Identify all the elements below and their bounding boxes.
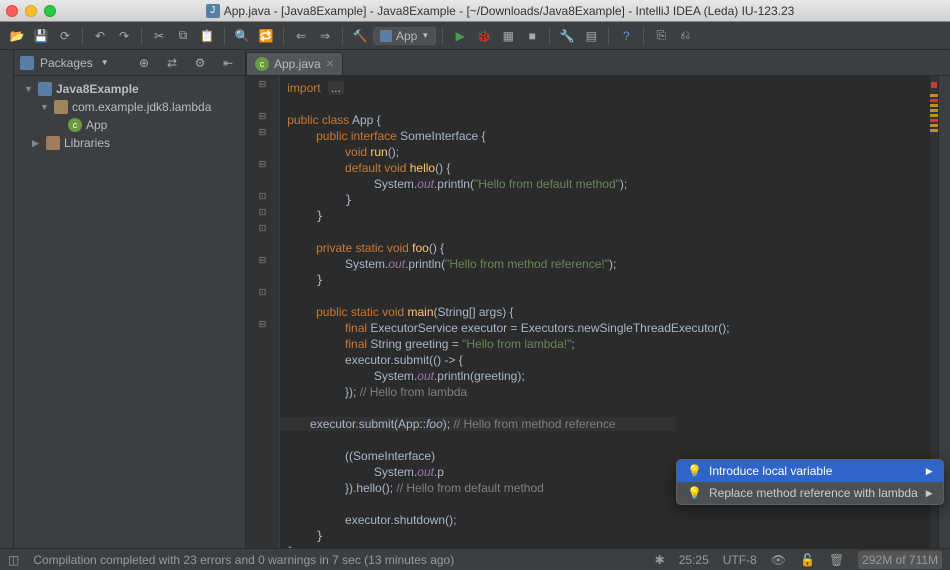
packages-icon	[20, 56, 34, 70]
main-toolbar: 📂 💾 ⟳ ↶ ↷ ✂ ⧉ 📋 🔍 🔁 ⇐ ⇒ 🔨 App ▼ ▶ 🐞 ▦ ■ …	[0, 22, 950, 50]
expand-icon[interactable]: ▶	[32, 138, 42, 148]
paste-icon[interactable]: 📋	[196, 25, 218, 47]
left-stripe[interactable]	[0, 50, 14, 548]
scope-icon[interactable]: ⊕	[133, 52, 155, 74]
debug-icon[interactable]: 🐞	[473, 25, 495, 47]
close-tab-icon[interactable]: ✕	[326, 59, 334, 70]
cut-icon[interactable]: ✂	[148, 25, 170, 47]
intention-item[interactable]: 💡 Replace method reference with lambda ▶	[677, 482, 943, 504]
java-file-icon: J	[206, 4, 220, 18]
encoding[interactable]: UTF-8	[723, 553, 757, 567]
arrow-icon: ▶	[926, 488, 933, 499]
project-structure-icon[interactable]: ▤	[580, 25, 602, 47]
editor-tab[interactable]: c App.java ✕	[246, 52, 343, 75]
minimize-window[interactable]	[25, 5, 37, 17]
trash-icon[interactable]: 🗑	[829, 553, 844, 567]
bulb-icon: 💡	[687, 486, 701, 500]
zoom-window[interactable]	[44, 5, 56, 17]
run-configuration[interactable]: App ▼	[373, 27, 436, 45]
bulb-icon: 💡	[687, 464, 701, 478]
close-window[interactable]	[6, 5, 18, 17]
coverage-icon[interactable]: ▦	[497, 25, 519, 47]
processes-icon[interactable]: ✱	[655, 553, 665, 567]
run-icon[interactable]: ▶	[449, 25, 471, 47]
titlebar: J App.java - [Java8Example] - Java8Examp…	[0, 0, 950, 22]
flatten-icon[interactable]: ⇄	[161, 52, 183, 74]
caret-position[interactable]: 25:25	[679, 553, 709, 567]
inspections-icon[interactable]: 👁	[771, 553, 786, 567]
intention-popup: 💡 Introduce local variable ▶ 💡 Replace m…	[676, 459, 944, 505]
tree-node-module[interactable]: ▼ Java8Example	[14, 80, 245, 98]
collapse-icon[interactable]: ⇤	[217, 52, 239, 74]
status-message: Compilation completed with 23 errors and…	[33, 553, 454, 567]
refresh-icon[interactable]: ⟳	[54, 25, 76, 47]
class-icon: c	[68, 118, 82, 132]
expand-icon[interactable]: ▼	[24, 84, 34, 94]
tree-node-class[interactable]: c App	[14, 116, 245, 134]
undo-icon[interactable]: ↶	[89, 25, 111, 47]
memory-indicator[interactable]: 292M of 711M	[858, 551, 942, 569]
window-title: J App.java - [Java8Example] - Java8Examp…	[56, 4, 944, 18]
replace-icon[interactable]: 🔁	[255, 25, 277, 47]
lock-icon[interactable]: 🔓	[800, 553, 815, 567]
save-icon[interactable]: 💾	[30, 25, 52, 47]
editor: c App.java ✕ ⊟ ⊟ ⊟ ⊟ ⊡ ⊡ ⊡ ⊟ ⊡	[246, 50, 950, 548]
copy-icon[interactable]: ⧉	[172, 25, 194, 47]
gutter[interactable]: ⊟ ⊟ ⊟ ⊟ ⊡ ⊡ ⊡ ⊟ ⊡ ⊟	[246, 76, 280, 548]
module-icon	[38, 82, 52, 96]
find-icon[interactable]: 🔍	[231, 25, 253, 47]
build-icon[interactable]: 🔨	[349, 25, 371, 47]
vcs-icon[interactable]: ⎘	[650, 25, 672, 47]
package-icon	[54, 100, 68, 114]
settings-icon[interactable]: 🔧	[556, 25, 578, 47]
project-tree[interactable]: ▼ Java8Example ▼ com.example.jdk8.lambda…	[14, 76, 245, 548]
stop-icon[interactable]: ■	[521, 25, 543, 47]
packages-header[interactable]: Packages ▼ ⊕ ⇄ ⚙ ⇤	[14, 50, 245, 76]
class-icon: c	[255, 57, 269, 71]
open-file-icon[interactable]: 📂	[6, 25, 28, 47]
module-icon	[380, 30, 392, 42]
back-icon[interactable]: ⇐	[290, 25, 312, 47]
editor-tabs: c App.java ✕	[246, 50, 950, 76]
expand-icon[interactable]: ▼	[40, 102, 50, 112]
tree-node-libraries[interactable]: ▶ Libraries	[14, 134, 245, 152]
changes-icon[interactable]: ⎌	[674, 25, 696, 47]
status-bar: ◫ Compilation completed with 23 errors a…	[0, 548, 950, 570]
tool-window-icon[interactable]: ◫	[8, 553, 19, 567]
help-icon[interactable]: ?	[615, 25, 637, 47]
arrow-icon: ▶	[926, 466, 933, 477]
code-area[interactable]: ⊟ ⊟ ⊟ ⊟ ⊡ ⊡ ⊡ ⊟ ⊡ ⊟	[246, 76, 950, 548]
redo-icon[interactable]: ↷	[113, 25, 135, 47]
settings-icon[interactable]: ⚙	[189, 52, 211, 74]
forward-icon[interactable]: ⇒	[314, 25, 336, 47]
library-icon	[46, 136, 60, 150]
packages-panel: Packages ▼ ⊕ ⇄ ⚙ ⇤ ▼ Java8Example ▼ com.…	[14, 50, 246, 548]
tree-node-package[interactable]: ▼ com.example.jdk8.lambda	[14, 98, 245, 116]
intention-item[interactable]: 💡 Introduce local variable ▶	[677, 460, 943, 482]
